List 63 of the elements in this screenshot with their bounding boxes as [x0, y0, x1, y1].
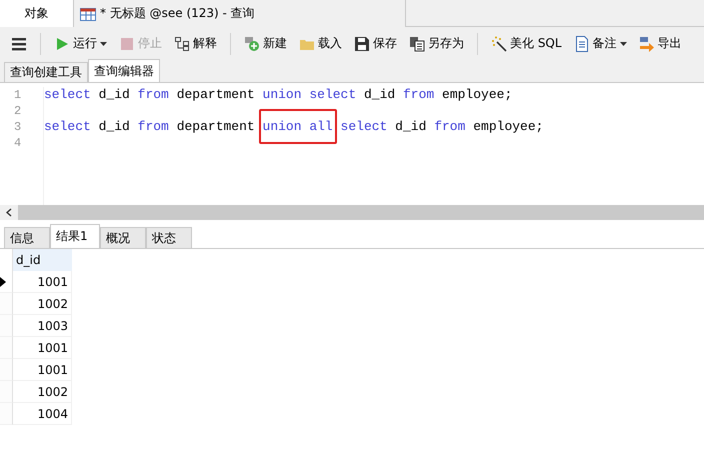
- code-token: from: [138, 87, 169, 102]
- line-number: 4: [13, 135, 22, 151]
- table-cell: 1001: [13, 271, 72, 293]
- result-tab[interactable]: 状态: [146, 227, 192, 248]
- code-token: department: [176, 119, 255, 134]
- toolbar-button[interactable]: 运行: [51, 33, 110, 54]
- code-token: select: [44, 119, 91, 134]
- new-icon: [244, 36, 260, 52]
- toolbar-button[interactable]: 另存为: [406, 33, 467, 54]
- row-header[interactable]: [0, 271, 13, 293]
- code-token: d_id: [395, 119, 426, 134]
- table-cell: 1004: [13, 403, 72, 425]
- code-token: employee;: [473, 119, 544, 134]
- stop-icon: [119, 36, 135, 52]
- result-tab[interactable]: 概况: [100, 227, 146, 248]
- toolbar-button[interactable]: 载入: [296, 33, 345, 54]
- code-token: select: [309, 87, 356, 102]
- line-number: 3: [13, 119, 22, 135]
- table-cell: 1001: [13, 359, 72, 381]
- code-token: d_id: [364, 87, 396, 102]
- wand-icon: [491, 36, 507, 52]
- window-tab[interactable]: * 无标题 @see (123) - 查询: [74, 0, 406, 27]
- editor-tab[interactable]: 查询创建工具: [4, 62, 88, 82]
- current-row-icon: [0, 276, 6, 286]
- code-token: department: [176, 87, 255, 102]
- code-token: select: [44, 87, 91, 102]
- code-token: d_id: [98, 119, 130, 134]
- caret-icon: [620, 42, 627, 46]
- code-token: from: [138, 119, 169, 134]
- table-cell: 1002: [13, 293, 72, 315]
- scrollbar-thumb[interactable]: [18, 205, 704, 220]
- diagram-icon: [174, 36, 190, 52]
- result-tab[interactable]: 信息: [4, 227, 50, 248]
- toolbar-button[interactable]: 美化 SQL: [488, 33, 565, 54]
- toolbar-button[interactable]: 备注: [570, 33, 630, 54]
- toolbar-button[interactable]: 保存: [351, 33, 400, 54]
- copy-icon: [409, 36, 425, 52]
- code-token: from: [434, 119, 466, 134]
- toolbar-button[interactable]: 解释: [171, 33, 220, 54]
- export-icon: [638, 36, 655, 52]
- line-number: 1: [13, 87, 22, 103]
- table-cell: 1001: [13, 337, 72, 359]
- table-icon: [80, 6, 96, 22]
- table-cell: 1003: [13, 315, 72, 337]
- code-token: select: [340, 119, 388, 134]
- document-icon: [574, 36, 590, 52]
- result-tab[interactable]: 结果1: [50, 224, 100, 248]
- menu-icon: [11, 36, 27, 52]
- toolbar-button[interactable]: 导出: [636, 33, 685, 54]
- highlighted-code: union all: [258, 109, 337, 144]
- window-tab[interactable]: 对象: [0, 0, 74, 27]
- play-icon: [54, 36, 70, 52]
- code-token: employee;: [442, 87, 512, 102]
- line-number: 2: [13, 103, 22, 119]
- toolbar-button[interactable]: 新建: [241, 33, 290, 54]
- code-token: from: [403, 87, 434, 102]
- editor-tab[interactable]: 查询编辑器: [88, 59, 160, 82]
- code-token: d_id: [98, 87, 130, 102]
- table-cell: 1002: [13, 381, 72, 403]
- caret-icon: [100, 42, 107, 46]
- code-token: union: [262, 87, 302, 102]
- column-header[interactable]: d_id: [13, 249, 72, 271]
- save-icon: [354, 36, 370, 52]
